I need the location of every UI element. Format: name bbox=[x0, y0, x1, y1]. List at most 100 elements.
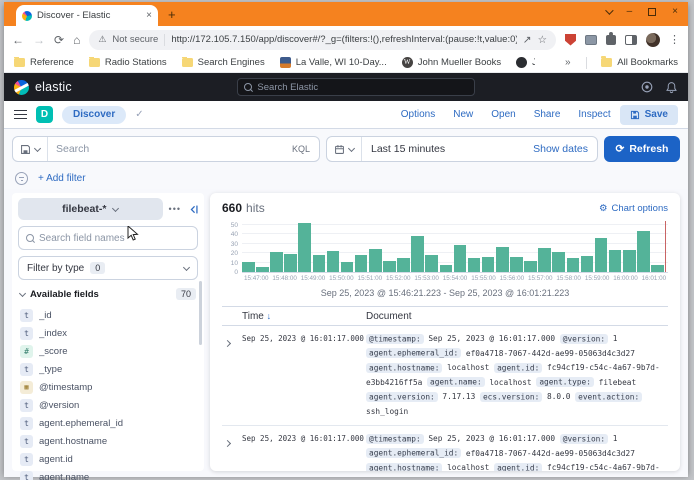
sort-descending-icon[interactable]: ↓ bbox=[267, 311, 272, 321]
profile-avatar[interactable] bbox=[646, 33, 660, 47]
field-item[interactable]: t_index bbox=[20, 324, 196, 342]
chrome-menu-icon[interactable]: ⋮ bbox=[669, 33, 680, 46]
bookmark-item[interactable]: Reference bbox=[14, 57, 74, 68]
doc-field-name[interactable]: agent.name: bbox=[427, 377, 485, 387]
histogram-bar[interactable] bbox=[524, 261, 537, 272]
kql-query-input[interactable] bbox=[48, 143, 292, 155]
bookmark-item[interactable]: John's Random Tho... bbox=[516, 57, 535, 68]
url-text[interactable]: http://172.105.7.150/app/discover#/?_g=(… bbox=[171, 34, 516, 45]
histogram-bar[interactable] bbox=[425, 255, 438, 272]
doc-field-name[interactable]: @timestamp: bbox=[366, 334, 424, 344]
all-bookmarks-button[interactable]: All Bookmarks bbox=[601, 57, 678, 68]
field-search-input[interactable] bbox=[39, 233, 190, 244]
refresh-button[interactable]: ⟳ Refresh bbox=[604, 136, 680, 162]
toolbar-link-options[interactable]: Options bbox=[401, 109, 435, 120]
doc-field-name[interactable]: event.action: bbox=[575, 392, 642, 402]
histogram-bar[interactable] bbox=[468, 258, 481, 272]
histogram-bar[interactable] bbox=[256, 267, 269, 272]
screenshot-extension-icon[interactable] bbox=[585, 35, 597, 45]
doc-field-name[interactable]: agent.id: bbox=[494, 463, 542, 472]
bookmark-star-icon[interactable]: ☆ bbox=[538, 34, 547, 46]
histogram-bar[interactable] bbox=[313, 255, 326, 272]
histogram-bar[interactable] bbox=[538, 248, 551, 272]
show-dates-link[interactable]: Show dates bbox=[533, 143, 597, 155]
histogram-bar[interactable] bbox=[496, 247, 509, 272]
expand-row-icon[interactable] bbox=[222, 432, 242, 471]
adblock-extension-icon[interactable] bbox=[565, 34, 576, 46]
alerts-bell-icon[interactable] bbox=[665, 81, 678, 94]
doc-field-name[interactable]: agent.hostname: bbox=[366, 463, 442, 472]
histogram-bar[interactable] bbox=[581, 256, 594, 272]
doc-field-name[interactable]: agent.ephemeral_id: bbox=[366, 348, 461, 358]
filter-icon[interactable] bbox=[15, 172, 28, 185]
maximize-button[interactable] bbox=[648, 8, 656, 16]
add-filter-link[interactable]: + Add filter bbox=[38, 173, 86, 184]
histogram-bar[interactable] bbox=[270, 252, 283, 272]
space-badge[interactable]: D bbox=[36, 106, 53, 123]
tab-search-icon[interactable] bbox=[605, 6, 613, 14]
histogram-bar[interactable] bbox=[637, 231, 650, 272]
toolbar-link-share[interactable]: Share bbox=[534, 109, 561, 120]
field-item[interactable]: tagent.hostname bbox=[20, 432, 196, 450]
doc-field-name[interactable]: agent.type: bbox=[536, 377, 594, 387]
back-icon[interactable]: ← bbox=[12, 33, 24, 47]
histogram-bar[interactable] bbox=[595, 238, 608, 272]
browser-tab[interactable]: Discover - Elastic × bbox=[16, 5, 158, 26]
kql-label[interactable]: KQL bbox=[292, 144, 319, 154]
field-item[interactable]: tagent.ephemeral_id bbox=[20, 414, 196, 432]
bookmarks-overflow-icon[interactable]: » bbox=[565, 57, 571, 68]
available-fields-header[interactable]: Available fields 70 bbox=[20, 288, 196, 300]
collapse-sidebar-icon[interactable] bbox=[187, 204, 199, 215]
index-options-icon[interactable]: ••• bbox=[169, 204, 181, 214]
sidebar-scrollbar[interactable] bbox=[199, 281, 202, 345]
save-button[interactable]: Save bbox=[620, 105, 678, 125]
field-item[interactable]: t_type bbox=[20, 360, 196, 378]
histogram-bar[interactable] bbox=[341, 262, 354, 272]
bookmark-item[interactable]: La Valle, WI 10-Day... bbox=[280, 57, 387, 68]
breadcrumb-discover[interactable]: Discover bbox=[62, 106, 126, 124]
histogram-bar[interactable] bbox=[440, 265, 453, 272]
chart-options-link[interactable]: ⚙ Chart options bbox=[599, 203, 668, 214]
toolbar-link-inspect[interactable]: Inspect bbox=[578, 109, 610, 120]
elastic-logo-icon[interactable] bbox=[14, 80, 29, 95]
bookmark-item[interactable]: Radio Stations bbox=[89, 57, 167, 68]
histogram-bar[interactable] bbox=[397, 258, 410, 272]
histogram-bar[interactable] bbox=[552, 252, 565, 272]
histogram-bar[interactable] bbox=[567, 258, 580, 272]
kql-search-box[interactable]: KQL bbox=[12, 136, 320, 162]
field-item[interactable]: tagent.name bbox=[20, 468, 196, 480]
close-window-button[interactable]: × bbox=[672, 6, 678, 17]
doc-field-name[interactable]: agent.version: bbox=[366, 392, 438, 402]
bookmark-item[interactable]: WJohn Mueller Books bbox=[402, 57, 501, 68]
address-bar[interactable]: ⚠ Not secure http://172.105.7.150/app/di… bbox=[89, 30, 556, 50]
histogram-bar[interactable] bbox=[623, 250, 636, 272]
histogram-bar[interactable] bbox=[327, 251, 340, 272]
histogram-bar[interactable] bbox=[510, 257, 523, 272]
saved-query-menu[interactable] bbox=[13, 137, 48, 161]
toolbar-link-open[interactable]: Open bbox=[491, 109, 515, 120]
histogram-bar[interactable] bbox=[651, 265, 664, 272]
global-search-box[interactable] bbox=[237, 78, 475, 96]
bookmark-item[interactable]: Search Engines bbox=[182, 57, 265, 68]
time-column-header[interactable]: Time ↓ bbox=[242, 311, 366, 322]
histogram-bar[interactable] bbox=[369, 249, 382, 272]
field-item[interactable]: t@version bbox=[20, 396, 196, 414]
home-icon[interactable]: ⌂ bbox=[73, 33, 80, 47]
filter-by-type[interactable]: Filter by type 0 bbox=[18, 256, 198, 280]
help-icon[interactable] bbox=[641, 81, 653, 93]
nav-menu-icon[interactable] bbox=[14, 110, 27, 120]
side-panel-icon[interactable] bbox=[625, 35, 637, 45]
time-range-value[interactable]: Last 15 minutes bbox=[362, 143, 533, 155]
histogram-bar[interactable] bbox=[609, 250, 622, 272]
minimize-button[interactable]: – bbox=[627, 6, 633, 17]
date-picker[interactable]: Last 15 minutes Show dates bbox=[326, 136, 598, 162]
doc-field-name[interactable]: @timestamp: bbox=[366, 434, 424, 444]
field-item[interactable]: ▦@timestamp bbox=[20, 378, 196, 396]
histogram-bar[interactable] bbox=[298, 223, 311, 272]
global-search-input[interactable] bbox=[257, 82, 468, 93]
histogram-bar[interactable] bbox=[355, 255, 368, 272]
calendar-menu[interactable] bbox=[327, 137, 362, 161]
toolbar-link-new[interactable]: New bbox=[453, 109, 473, 120]
share-icon[interactable]: ↗ bbox=[523, 34, 532, 46]
not-secure-warning-icon[interactable]: ⚠ bbox=[98, 34, 106, 45]
